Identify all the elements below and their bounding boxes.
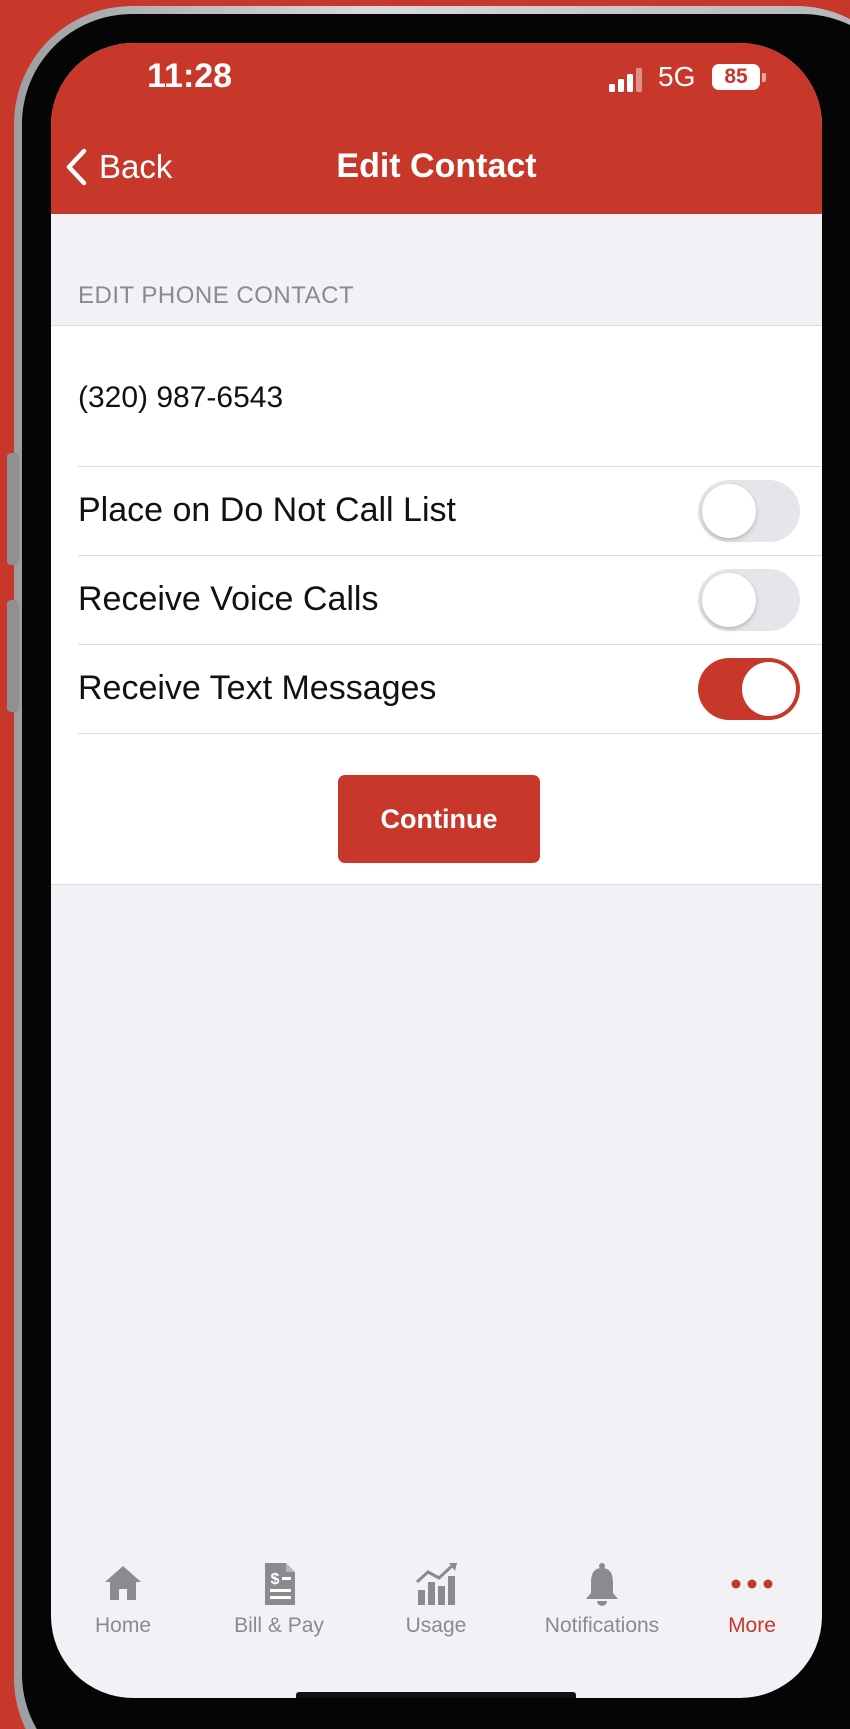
bill-icon: $ bbox=[265, 1563, 295, 1605]
signal-strength-icon bbox=[609, 68, 645, 92]
bottom-tab-bar: Home $ Bill & Pay Usage Notifications Mo… bbox=[51, 1560, 822, 1650]
setting-label: Receive Text Messages bbox=[78, 669, 437, 707]
text-messages-toggle[interactable] bbox=[698, 658, 800, 720]
network-type: 5G bbox=[658, 61, 696, 92]
volume-down-button bbox=[7, 600, 19, 712]
phone-number: (320) 987-6543 bbox=[78, 381, 284, 414]
toggle-knob bbox=[702, 573, 756, 627]
more-dots-icon bbox=[731, 1579, 773, 1589]
divider bbox=[78, 733, 822, 734]
tab-more[interactable]: More bbox=[682, 1560, 822, 1638]
app-header: 11:28 5G 85 Back Edit Contact bbox=[51, 43, 822, 214]
setting-row-voice-calls: Receive Voice Calls bbox=[78, 555, 822, 644]
home-indicator bbox=[296, 1692, 576, 1698]
tab-home[interactable]: Home bbox=[53, 1560, 193, 1638]
voice-calls-toggle[interactable] bbox=[698, 569, 800, 631]
battery-icon: 85 bbox=[712, 64, 760, 90]
setting-label: Receive Voice Calls bbox=[78, 580, 379, 618]
battery-tip bbox=[762, 73, 766, 82]
setting-row-text-messages: Receive Text Messages bbox=[78, 644, 822, 733]
toggle-knob bbox=[742, 662, 796, 716]
tab-label: Notifications bbox=[544, 1614, 660, 1637]
tab-label: Home bbox=[94, 1614, 152, 1637]
tab-label: More bbox=[728, 1614, 776, 1637]
setting-row-do-not-call: Place on Do Not Call List bbox=[78, 466, 822, 555]
page-background: 11:28 5G 85 Back Edit Contact EDIT PHONE… bbox=[0, 0, 850, 1729]
tab-usage[interactable]: Usage bbox=[366, 1560, 506, 1638]
toggle-knob bbox=[702, 484, 756, 538]
phone-screen: 11:28 5G 85 Back Edit Contact EDIT PHONE… bbox=[51, 43, 822, 1698]
usage-chart-icon bbox=[415, 1563, 457, 1605]
page-title: Edit Contact bbox=[336, 147, 537, 185]
section-header: EDIT PHONE CONTACT bbox=[78, 282, 355, 309]
phone-contact-card: (320) 987-6543 Place on Do Not Call List… bbox=[51, 325, 822, 885]
tab-bill-pay[interactable]: $ Bill & Pay bbox=[209, 1560, 349, 1638]
tab-label: Usage bbox=[405, 1614, 467, 1637]
setting-label: Place on Do Not Call List bbox=[78, 491, 456, 529]
status-time: 11:28 bbox=[147, 57, 233, 95]
tab-label: Bill & Pay bbox=[234, 1614, 324, 1637]
do-not-call-toggle[interactable] bbox=[698, 480, 800, 542]
volume-up-button bbox=[7, 453, 19, 565]
tab-notifications[interactable]: Notifications bbox=[522, 1560, 682, 1638]
bell-icon bbox=[586, 1563, 618, 1606]
home-icon bbox=[105, 1566, 141, 1600]
continue-button[interactable]: Continue bbox=[338, 775, 540, 863]
svg-text:$: $ bbox=[271, 1571, 280, 1588]
